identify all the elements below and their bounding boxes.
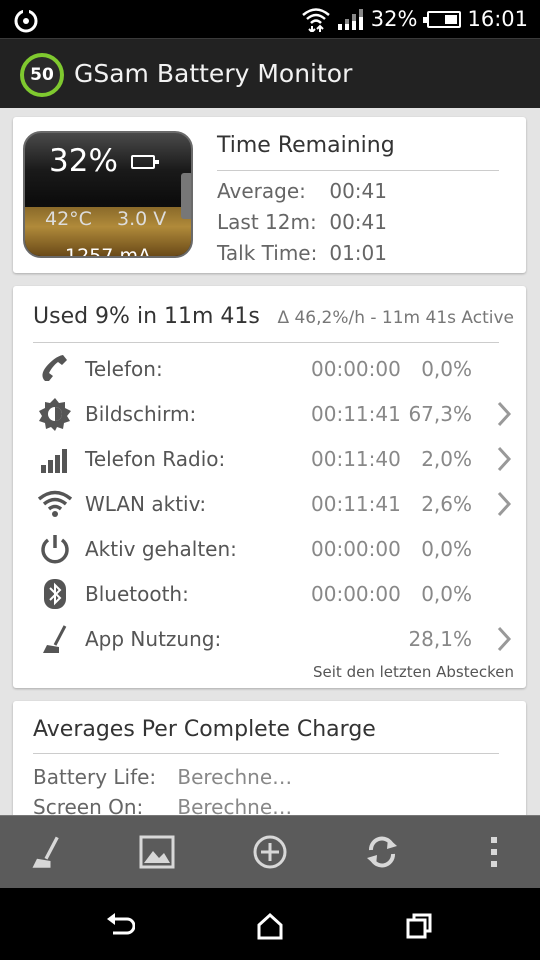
home-button[interactable]	[252, 908, 288, 944]
divider	[33, 342, 499, 343]
usage-row-time: 00:00:00	[311, 356, 401, 381]
status-battery-percent: 32%	[370, 7, 418, 31]
usage-row-percent: 0,0%	[421, 581, 472, 606]
usage-row-app-nutzung[interactable]: App Nutzung: 28,1%	[13, 616, 526, 661]
usage-row-percent: 0,0%	[421, 536, 472, 561]
divider	[217, 170, 499, 171]
usage-row-time: 00:11:40	[311, 446, 401, 471]
app-title: GSam Battery Monitor	[74, 59, 353, 88]
usage-row-time: 00:11:41	[311, 491, 401, 516]
averages-card: Averages Per Complete Charge Battery Lif…	[13, 701, 526, 821]
usage-card: Used 9% in 11m 41s Δ 46,2%/h - 11m 41s A…	[13, 286, 526, 688]
usage-row-bildschirm[interactable]: Bildschirm: 00:11:41 67,3%	[13, 391, 526, 436]
battery-cap	[181, 173, 191, 219]
time-remaining-label: Average:	[217, 179, 306, 203]
chevron-right-icon[interactable]	[496, 490, 512, 518]
wifi-icon	[37, 486, 73, 522]
usage-row-percent: 67,3%	[408, 401, 472, 426]
averages-value: Berechne…	[177, 765, 293, 789]
averages-title: Averages Per Complete Charge	[33, 717, 376, 742]
action-bar: 50 GSam Battery Monitor	[0, 38, 540, 108]
usage-row-aktiv-gehalten: Aktiv gehalten: 00:00:00 0,0%	[13, 526, 526, 571]
wifi-icon	[301, 8, 330, 32]
image-button[interactable]	[137, 832, 177, 872]
usage-row-percent: 2,0%	[421, 446, 472, 471]
usage-row-name: Aktiv gehalten:	[85, 536, 237, 561]
add-button[interactable]	[250, 832, 290, 872]
time-remaining-row: Talk Time: 01:01	[217, 241, 387, 265]
battery-current: 1257 mA	[65, 245, 151, 258]
phone-icon	[37, 351, 73, 387]
battery-voltage: 3.0 V	[117, 208, 167, 230]
refresh-button[interactable]	[362, 832, 402, 872]
usage-row-bluetooth: Bluetooth: 00:00:00 0,0%	[13, 571, 526, 616]
home-icon	[257, 912, 283, 940]
time-remaining-row: Last 12m: 00:41	[217, 210, 387, 234]
usage-row-name: App Nutzung:	[85, 626, 222, 651]
usage-row-telefon: Telefon: 00:00:00 0,0%	[13, 346, 526, 391]
broom-button[interactable]	[26, 832, 66, 872]
chevron-right-icon[interactable]	[496, 445, 512, 473]
averages-row: Battery Life: Berechne…	[33, 765, 292, 789]
recents-icon	[406, 913, 432, 939]
averages-label: Battery Life:	[33, 765, 157, 789]
time-remaining-row: Average: 00:41	[217, 179, 387, 203]
navigation-bar	[0, 888, 540, 960]
status-bar: 32% 16:01	[0, 0, 540, 38]
time-remaining-value: 00:41	[329, 210, 387, 234]
usage-row-percent: 2,6%	[421, 491, 472, 516]
usage-row-telefon-radio[interactable]: Telefon Radio: 00:11:40 2,0%	[13, 436, 526, 481]
app-logo-number: 50	[30, 65, 54, 85]
usage-rate: Δ 46,2%/h - 11m 41s Active	[277, 308, 514, 328]
usage-row-time: 00:00:00	[311, 536, 401, 561]
image-icon	[139, 835, 175, 869]
overflow-menu-icon	[491, 837, 497, 867]
time-remaining-value: 00:41	[329, 179, 387, 203]
broom-icon	[32, 836, 59, 868]
usage-row-name: Bluetooth:	[85, 581, 189, 606]
chevron-right-icon[interactable]	[496, 400, 512, 428]
time-remaining-value: 01:01	[329, 241, 387, 265]
signal-icon	[37, 441, 73, 477]
bottom-toolbar	[0, 815, 540, 888]
battery-status-card: 32% 42°C 3.0 V 1257 mA Time Remaining Av…	[13, 117, 526, 273]
back-icon	[107, 913, 135, 935]
battery-small-icon	[131, 155, 159, 169]
broom-icon	[37, 621, 73, 657]
usage-title: Used 9% in 11m 41s	[33, 304, 260, 329]
signal-icon	[337, 9, 363, 30]
usage-row-time: 00:11:41	[311, 401, 401, 426]
app-logo[interactable]: 50	[20, 53, 64, 97]
status-time: 16:01	[467, 7, 528, 31]
recents-button[interactable]	[401, 908, 437, 944]
time-remaining-label: Talk Time:	[217, 241, 318, 265]
bluetooth-icon	[37, 576, 73, 612]
back-button[interactable]	[102, 908, 138, 944]
brightness-icon	[37, 396, 73, 432]
divider	[33, 753, 499, 754]
sync-icon	[14, 8, 38, 33]
power-icon	[37, 531, 73, 567]
chevron-right-icon[interactable]	[496, 625, 512, 653]
usage-row-name: WLAN aktiv:	[85, 491, 207, 516]
battery-percent: 32%	[49, 143, 118, 179]
usage-row-name: Telefon:	[85, 356, 163, 381]
usage-row-name: Bildschirm:	[85, 401, 197, 426]
overflow-menu-button[interactable]	[474, 832, 514, 872]
usage-row-name: Telefon Radio:	[85, 446, 226, 471]
usage-row-percent: 0,0%	[421, 356, 472, 381]
usage-footnote: Seit den letzten Abstecken	[313, 663, 514, 681]
usage-row-wlan[interactable]: WLAN aktiv: 00:11:41 2,6%	[13, 481, 526, 526]
add-circle-icon	[253, 835, 287, 869]
time-remaining-label: Last 12m:	[217, 210, 317, 234]
usage-row-percent: 28,1%	[408, 626, 472, 651]
refresh-icon	[367, 836, 397, 868]
usage-row-time: 00:00:00	[311, 581, 401, 606]
battery-icon	[423, 10, 462, 28]
battery-graphic: 32% 42°C 3.0 V 1257 mA	[23, 131, 193, 258]
time-remaining-title: Time Remaining	[217, 133, 395, 158]
battery-temperature: 42°C	[45, 208, 92, 230]
